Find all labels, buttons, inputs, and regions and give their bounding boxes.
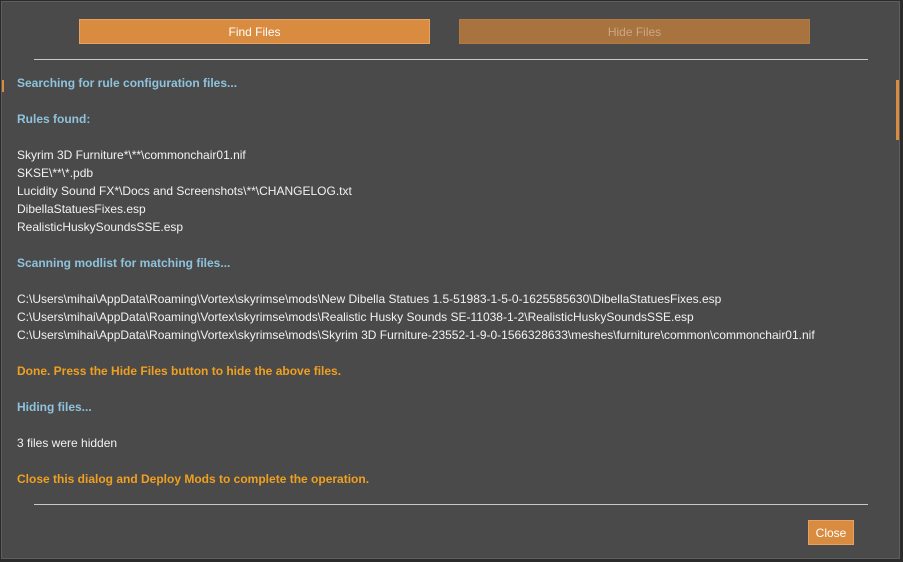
matched-file-path: C:\Users\mihai\AppData\Roaming\Vortex\sk… bbox=[17, 328, 815, 342]
window-edge-accent bbox=[896, 80, 899, 140]
window-edge-accent-left bbox=[2, 80, 4, 92]
find-files-button[interactable]: Find Files bbox=[79, 19, 430, 44]
log-spacer bbox=[17, 452, 887, 470]
rule-entry: Skyrim 3D Furniture*\**\commonchair01.ni… bbox=[17, 148, 246, 162]
matched-file-path: C:\Users\mihai\AppData\Roaming\Vortex\sk… bbox=[17, 310, 694, 324]
log-spacer bbox=[17, 236, 887, 254]
log-spacer bbox=[17, 380, 887, 398]
close-dialog-notice: Close this dialog and Deploy Mods to com… bbox=[17, 472, 370, 486]
operation-log: Searching for rule configuration files..… bbox=[17, 74, 887, 488]
log-spacer bbox=[17, 272, 887, 290]
rules-found-heading: Rules found: bbox=[17, 112, 91, 126]
rule-entry: DibellaStatuesFixes.esp bbox=[17, 202, 146, 216]
rule-entry: RealisticHuskySoundsSSE.esp bbox=[17, 220, 184, 234]
done-notice: Done. Press the Hide Files button to hid… bbox=[17, 364, 342, 378]
action-bar: Find Files Hide Files bbox=[2, 19, 899, 45]
hidden-count-message: 3 files were hidden bbox=[17, 436, 118, 450]
hide-files-dialog: Find Files Hide Files Searching for rule… bbox=[1, 1, 900, 559]
top-divider bbox=[34, 59, 868, 60]
bottom-divider bbox=[34, 504, 868, 505]
matched-file-path: C:\Users\mihai\AppData\Roaming\Vortex\sk… bbox=[17, 292, 722, 306]
rule-entry: SKSE\**\*.pdb bbox=[17, 166, 94, 180]
log-spacer bbox=[17, 128, 887, 146]
hide-files-button[interactable]: Hide Files bbox=[459, 19, 810, 44]
scanning-status: Scanning modlist for matching files... bbox=[17, 256, 231, 270]
log-spacer bbox=[17, 92, 887, 110]
log-spacer bbox=[17, 344, 887, 362]
close-button[interactable]: Close bbox=[808, 520, 854, 545]
hiding-status: Hiding files... bbox=[17, 400, 92, 414]
rule-entry: Lucidity Sound FX*\Docs and Screenshots\… bbox=[17, 184, 352, 198]
searching-status: Searching for rule configuration files..… bbox=[17, 76, 238, 90]
log-spacer bbox=[17, 416, 887, 434]
